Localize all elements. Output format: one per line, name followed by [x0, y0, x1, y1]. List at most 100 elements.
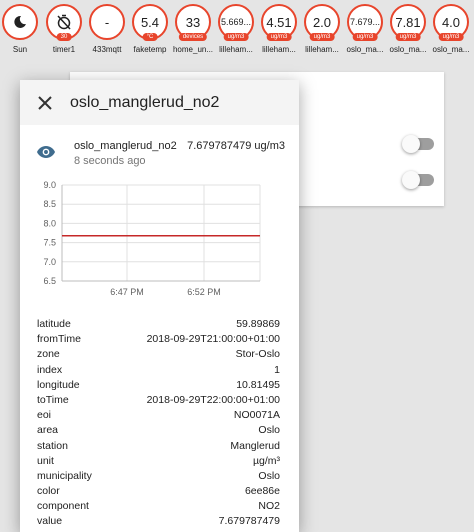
- timer-off-icon: [57, 14, 71, 30]
- attribute-row: color 6ee86e: [37, 485, 280, 500]
- attribute-value: µg/m³: [252, 454, 280, 467]
- badge-10[interactable]: 4.0 ug/m3 oslo_ma...: [433, 4, 469, 54]
- attribute-row: station Manglerud: [37, 440, 280, 455]
- attribute-value: 10.81495: [236, 378, 280, 391]
- badge-unit: ug/m3: [395, 33, 421, 41]
- badge-1[interactable]: 30 timer1: [46, 4, 82, 54]
- attribute-row: area Oslo: [37, 424, 280, 439]
- close-button[interactable]: [20, 80, 70, 125]
- badge-value: 4.0: [441, 14, 461, 30]
- y-tick-label: 8.5: [43, 199, 56, 209]
- attribute-key: toTime: [37, 393, 69, 406]
- toggle-switch-2[interactable]: [402, 171, 434, 189]
- y-tick-label: 6.5: [43, 276, 56, 286]
- history-chart: 9.0 8.5 8.0 7.5 7.0 6.5 6:47 PM 6:52 PM: [43, 180, 261, 297]
- dialog-header: oslo_manglerud_no2: [20, 80, 299, 125]
- attribute-row: longitude 10.81495: [37, 379, 280, 394]
- badge-unit: ug/m3: [438, 33, 464, 41]
- badge-4[interactable]: 33 devices home_un...: [173, 4, 213, 54]
- attribute-key: latitude: [37, 318, 71, 330]
- attribute-value: Oslo: [258, 424, 280, 437]
- attribute-key: color: [37, 485, 60, 498]
- attribute-key: eoi: [37, 409, 52, 422]
- badge-value: 33: [185, 14, 201, 30]
- badge-unit: ug/m3: [352, 33, 378, 41]
- attribute-key: station: [37, 439, 68, 452]
- attribute-row: latitude 59.89869: [37, 318, 280, 333]
- attribute-key: zone: [37, 348, 60, 361]
- y-tick-label: 7.0: [43, 257, 56, 267]
- attribute-row: zone Stor-Oslo: [37, 348, 280, 363]
- badge-circle: [2, 4, 38, 40]
- attribute-key: fromTime: [37, 333, 81, 346]
- state-value: 7.679787479 ug/m3: [187, 140, 285, 152]
- badge-value: 5.4: [140, 14, 160, 30]
- attribute-value: NO2: [258, 500, 280, 513]
- badge-0[interactable]: Sun: [2, 4, 38, 54]
- attribute-key: value: [37, 515, 63, 528]
- attribute-key: index: [37, 363, 63, 376]
- close-icon: [38, 95, 52, 110]
- badge-unit: devices: [178, 33, 208, 41]
- attribute-row: index 1: [37, 364, 280, 379]
- badge-2[interactable]: -433mqtt: [89, 4, 125, 54]
- badge-unit: ug/m3: [309, 33, 335, 41]
- state-info: oslo_manglerud_no2 8 seconds ago 7.67978…: [20, 138, 299, 174]
- badge-5[interactable]: 5.669... ug/m3 lilleham...: [218, 4, 254, 54]
- attribute-row: toTime 2018-09-29T22:00:00+01:00: [37, 394, 280, 409]
- toggle-switch-1[interactable]: [402, 135, 434, 153]
- attribute-row: value 7.679787479: [37, 515, 280, 530]
- badge-value: 7.679...: [349, 17, 381, 27]
- attribute-value: 7.679787479: [218, 515, 280, 528]
- badge-value: 7.81: [395, 14, 421, 30]
- badge-8[interactable]: 7.679... ug/m3 oslo_ma...: [347, 4, 383, 54]
- attribute-value: Manglerud: [230, 439, 280, 452]
- attribute-value: 1: [274, 363, 280, 376]
- y-tick-label: 8.0: [43, 218, 56, 228]
- badge-label: oslo_ma...: [432, 45, 470, 54]
- attribute-key: longitude: [37, 378, 80, 391]
- badge-3[interactable]: 5.4 °C faketemp: [132, 4, 168, 54]
- eye-icon: [37, 146, 55, 158]
- attribute-key: component: [37, 500, 89, 513]
- badge-circle: -: [89, 4, 125, 40]
- badge-value: -: [104, 14, 110, 30]
- badge-value: 2.0: [312, 14, 332, 30]
- attributes-table: latitude 59.89869 fromTime 2018-09-29T21:00…: [37, 318, 280, 531]
- attribute-key: unit: [37, 454, 54, 467]
- state-entity-name: oslo_manglerud_no2: [74, 140, 177, 152]
- badge-7[interactable]: 2.0 ug/m3 lilleham...: [304, 4, 340, 54]
- state-last-changed: 8 seconds ago: [74, 155, 146, 167]
- badge-unit: ug/m3: [223, 33, 249, 41]
- x-tick-label: 6:52 PM: [187, 287, 221, 297]
- badge-value: 5.669...: [220, 17, 252, 27]
- attribute-value: Stor-Oslo: [235, 348, 280, 361]
- more-info-dialog: oslo_manglerud_no2 oslo_manglerud_no2 8 …: [20, 80, 299, 532]
- attribute-value: 2018-09-29T21:00:00+01:00: [146, 333, 280, 346]
- attribute-value: Oslo: [258, 469, 280, 482]
- attribute-row: fromTime 2018-09-29T21:00:00+01:00: [37, 333, 280, 348]
- attribute-row: municipality Oslo: [37, 470, 280, 485]
- attribute-row: component NO2: [37, 500, 280, 515]
- y-tick-label: 7.5: [43, 238, 56, 248]
- attribute-value: 6ee86e: [244, 485, 280, 498]
- attribute-value: 59.89869: [236, 318, 280, 330]
- badge-6[interactable]: 4.51 ug/m3 lilleham...: [261, 4, 297, 54]
- badge-value: 4.51: [266, 14, 292, 30]
- attribute-value: 2018-09-29T22:00:00+01:00: [146, 393, 280, 406]
- badge-unit: °C: [142, 33, 158, 41]
- badge-unit: ug/m3: [266, 33, 292, 41]
- attribute-row: eoi NO0071A: [37, 409, 280, 424]
- badge-bar: Sun 30 timer1-433mqtt 5.4 °C faketemp 33 device…: [0, 4, 474, 66]
- attribute-value: NO0071A: [233, 409, 280, 422]
- toggle-knob: [402, 135, 420, 153]
- x-tick-label: 6:47 PM: [110, 287, 144, 297]
- badge-unit: 30: [56, 33, 72, 41]
- y-tick-label: 9.0: [43, 180, 56, 190]
- dialog-title: oslo_manglerud_no2: [70, 93, 220, 111]
- attribute-key: area: [37, 424, 59, 437]
- moon-icon: [14, 15, 26, 28]
- badge-9[interactable]: 7.81 ug/m3 oslo_ma...: [390, 4, 426, 54]
- toggle-knob: [402, 171, 420, 189]
- attribute-key: municipality: [37, 469, 92, 482]
